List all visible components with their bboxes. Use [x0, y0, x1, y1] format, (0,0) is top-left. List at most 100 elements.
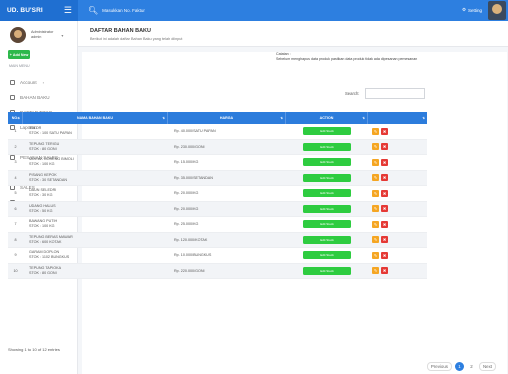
- col-nama-label: NAMA BAHAN BAKU: [76, 116, 113, 120]
- cell-no: 2: [8, 140, 23, 155]
- edit-icon[interactable]: ✎: [372, 158, 379, 166]
- edit-icon[interactable]: ✎: [372, 189, 379, 197]
- edit-stock-button[interactable]: Edit Stock: [303, 189, 351, 198]
- edit-icon[interactable]: ✎: [372, 205, 379, 213]
- edit-icon[interactable]: ✎: [372, 220, 379, 228]
- sidebar-item-bahan-baku[interactable]: BAHAN BAKU: [0, 90, 77, 105]
- edit-icon[interactable]: ✎: [372, 143, 379, 151]
- edit-stock-label: Edit Stock: [320, 191, 334, 196]
- trash-icon[interactable]: ✖: [381, 220, 388, 228]
- edit-stock-button[interactable]: Edit Stock: [303, 142, 351, 151]
- menu-item-icon: [10, 80, 15, 85]
- page-number-button[interactable]: 1: [454, 362, 464, 371]
- edit-stock-button[interactable]: Edit Stock: [303, 173, 351, 182]
- edit-icon[interactable]: ✎: [372, 251, 379, 259]
- entries-info: Showing 1 to 10 of 12 entries: [8, 347, 60, 352]
- cell-no: 7: [8, 217, 23, 232]
- col-action-label: ACTION: [319, 116, 334, 120]
- sort-icon: ⇅: [162, 116, 165, 120]
- edit-stock-button[interactable]: Edit Stock: [303, 251, 351, 260]
- edit-stock-button[interactable]: Edit Stock: [303, 235, 351, 244]
- trash-icon[interactable]: ✖: [381, 236, 388, 244]
- trash-icon[interactable]: ✖: [381, 251, 388, 259]
- trash-icon[interactable]: ✖: [381, 174, 388, 182]
- previous-page-button[interactable]: Previous: [426, 362, 452, 371]
- trash-icon[interactable]: ✖: [381, 267, 388, 275]
- cell-harga: Rp. 20.000/KG: [168, 186, 286, 201]
- item-price: Rp. 20.000/KG: [174, 206, 199, 211]
- user-panel[interactable]: Administrator admin ▾: [0, 21, 77, 49]
- edit-stock-label: Edit Stock: [320, 237, 334, 242]
- trash-icon[interactable]: ✖: [381, 127, 388, 135]
- user-role: admin: [31, 35, 42, 39]
- edit-icon[interactable]: ✎: [372, 267, 379, 275]
- search-icon[interactable]: 🔍︎: [88, 6, 98, 15]
- setting-menu[interactable]: ⚙ Setting: [462, 7, 482, 13]
- col-nama-header[interactable]: NAMA BAHAN BAKU ⇅: [23, 112, 168, 124]
- edit-stock-button[interactable]: Edit Stock: [303, 204, 351, 213]
- edit-icon[interactable]: ✎: [372, 174, 379, 182]
- invoice-search-input[interactable]: Masukkan No. Faktur: [102, 8, 145, 13]
- menu-toggle-icon[interactable]: ☰: [64, 6, 72, 15]
- edit-icon[interactable]: ✎: [372, 236, 379, 244]
- item-stock: STOK : 80 GONI: [29, 270, 57, 275]
- col-action-header[interactable]: ACTION ⇅: [286, 112, 368, 124]
- top-navbar: 🔍︎ Masukkan No. Faktur ⚙ Setting: [78, 0, 508, 21]
- page-title: DAFTAR BAHAN BAKU: [90, 28, 152, 34]
- cell-nama: UDANG HALUS STOK : 50 KG: [23, 202, 168, 217]
- cell-nama: MINYAK GORENG BIMOLI STOK : 100 KG: [23, 155, 168, 170]
- trash-icon[interactable]: ✖: [381, 205, 388, 213]
- edit-stock-button[interactable]: Edit Stock: [303, 220, 351, 229]
- search-label: Search:: [345, 91, 360, 96]
- table-header: NO. ⇅ NAMA BAHAN BAKU ⇅ HARGA ⇅ ACTION ⇅ ⇅: [8, 112, 427, 124]
- edit-stock-button[interactable]: Edit Stock: [303, 158, 351, 167]
- edit-stock-label: Edit Stock: [320, 253, 334, 258]
- cell-action: Edit Stock: [286, 202, 368, 217]
- edit-stock-label: Edit Stock: [320, 206, 334, 211]
- cell-tools: ✎ ✖: [368, 171, 427, 186]
- cell-action: Edit Stock: [286, 264, 368, 279]
- setting-label: Setting: [467, 7, 482, 13]
- col-harga-header[interactable]: HARGA ⇅: [168, 112, 286, 124]
- cell-harga: Rp. 25.000/KG: [168, 217, 286, 232]
- col-extra-header[interactable]: ⇅: [368, 112, 427, 124]
- row-number: 9: [14, 253, 17, 258]
- row-number: 8: [14, 237, 17, 242]
- row-number: 1: [14, 129, 17, 134]
- chevron-down-icon[interactable]: ▾: [61, 33, 63, 38]
- trash-icon[interactable]: ✖: [381, 189, 388, 197]
- edit-icon[interactable]: ✎: [372, 127, 379, 135]
- cell-nama: DAUN SELEDRI STOK : 30 KG: [23, 186, 168, 201]
- cell-nama: TEPUNG TERIGU STOK : 80 GONI: [23, 140, 168, 155]
- table-row: 6 UDANG HALUS STOK : 50 KG Rp. 20.000/KG Edi…: [8, 201, 427, 217]
- table-search-input[interactable]: [365, 88, 425, 99]
- edit-stock-button[interactable]: Edit Stock: [303, 266, 351, 275]
- table-row: 1 TELOR STOK : 100 SATU PAPAN Rp. 40.000/SA…: [8, 124, 427, 140]
- cell-nama: GARAM DOPLON STOK : 1102 BUNGKUS: [23, 248, 168, 263]
- add-new-button[interactable]: + Add New: [8, 50, 30, 59]
- item-price: Rp. 230.000/GONI: [174, 144, 205, 149]
- cell-harga: Rp. 220.000/GONI: [168, 264, 286, 279]
- chevron-right-icon: ›: [42, 80, 44, 85]
- page-numbers: 12: [454, 362, 476, 371]
- trash-icon[interactable]: ✖: [381, 143, 388, 151]
- item-stock: STOK : 100 KG: [29, 162, 55, 167]
- cell-nama: TEPUNG BERAS MAWAR STOK : 600 KOTAK: [23, 233, 168, 248]
- cell-harga: Rp. 15.000/KG: [168, 155, 286, 170]
- cell-nama: TELOR STOK : 100 SATU PAPAN: [23, 124, 168, 139]
- table-row: 9 GARAM DOPLON STOK : 1102 BUNGKUS Rp. 10.0…: [8, 248, 427, 264]
- page-number-button[interactable]: 2: [467, 362, 476, 371]
- cell-harga: Rp. 20.000/KG: [168, 202, 286, 217]
- user-avatar-small[interactable]: [488, 1, 506, 20]
- item-stock: STOK : 30 SETANDAN: [29, 177, 67, 182]
- edit-stock-button[interactable]: Edit Stock: [303, 127, 351, 136]
- trash-icon[interactable]: ✖: [381, 158, 388, 166]
- sidebar-item-account[interactable]: Account ›: [0, 75, 77, 90]
- cell-tools: ✎ ✖: [368, 248, 427, 263]
- gear-icon: ⚙: [461, 7, 466, 12]
- col-no-header[interactable]: NO. ⇅: [8, 112, 23, 124]
- item-stock: STOK : 80 GONI: [29, 146, 57, 151]
- table-row: 3 MINYAK GORENG BIMOLI STOK : 100 KG Rp. 15…: [8, 155, 427, 171]
- cell-action: Edit Stock: [286, 217, 368, 232]
- next-page-button[interactable]: Next: [478, 362, 496, 371]
